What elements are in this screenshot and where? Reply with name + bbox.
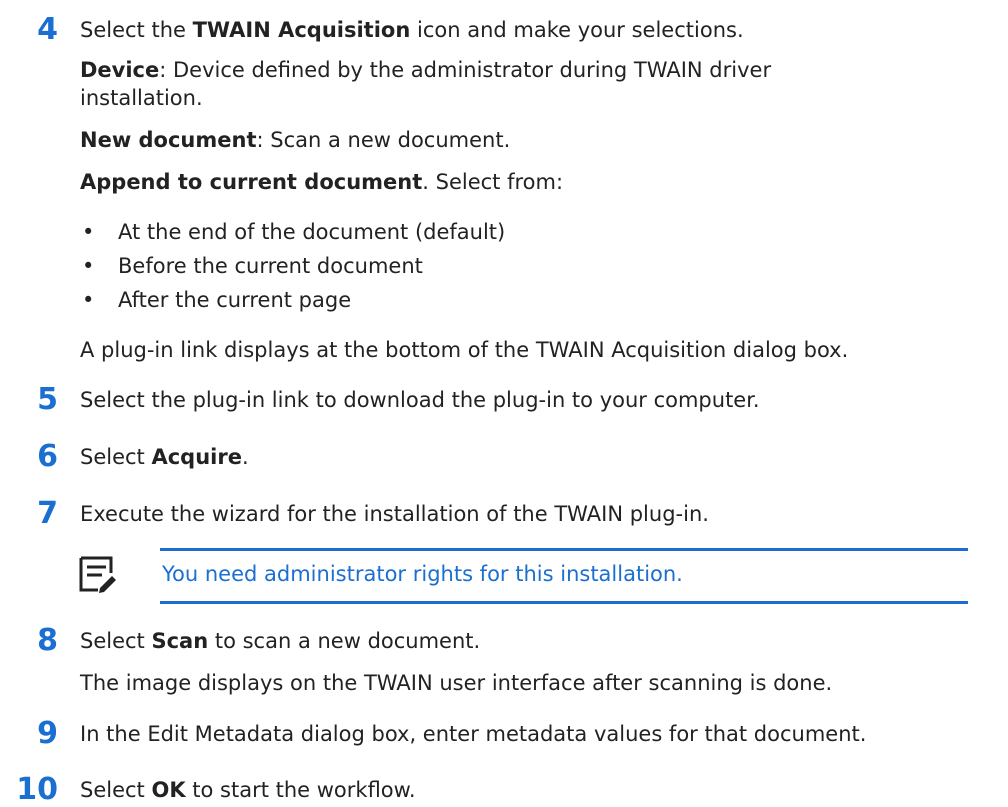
step-number: 5 [37, 382, 58, 417]
step-text: Select Acquire. [80, 445, 249, 469]
new-document-line: New document: Scan a new document. [80, 128, 511, 152]
append-line: Append to current document. Select from: [80, 170, 564, 194]
note-bottom-rule [160, 601, 968, 604]
step-number: 4 [37, 12, 58, 47]
step-text: Select the TWAIN Acquisition icon and ma… [80, 18, 744, 42]
list-item: • After the current page [82, 288, 352, 312]
note-top-rule [160, 548, 968, 551]
device-line-cont: installation. [80, 86, 203, 110]
list-item: • At the end of the document (default) [82, 220, 506, 244]
list-item: • Before the current document [82, 254, 423, 278]
step-text: Select OK to start the workflow. [80, 778, 416, 802]
step-note: The image displays on the TWAIN user int… [80, 671, 833, 695]
step-number: 8 [37, 623, 58, 658]
step-number: 9 [37, 716, 58, 751]
step-number: 10 [16, 772, 58, 807]
note-text: You need administrator rights for this i… [162, 562, 683, 586]
note-pencil-icon [78, 555, 118, 599]
step-text: Select the plug-in link to download the … [80, 388, 760, 412]
step-number: 7 [37, 496, 58, 531]
plugin-link-note: A plug-in link displays at the bottom of… [80, 338, 849, 362]
device-line: Device: Device defined by the administra… [80, 58, 772, 82]
step-number: 6 [37, 439, 58, 474]
step-text: Select Scan to scan a new document. [80, 629, 481, 653]
step-text: In the Edit Metadata dialog box, enter m… [80, 722, 867, 746]
step-text: Execute the wizard for the installation … [80, 502, 709, 526]
